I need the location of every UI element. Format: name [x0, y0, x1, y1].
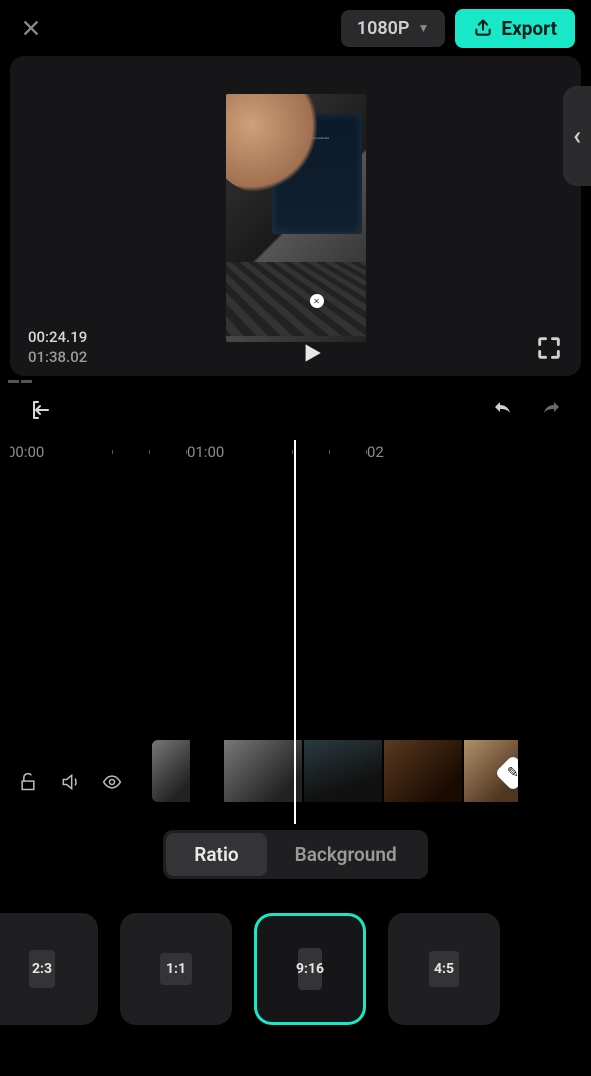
chevron-left-icon: ‹: [573, 121, 581, 151]
transition-icon: ✎: [507, 765, 518, 781]
close-button[interactable]: [16, 13, 46, 43]
tab-background[interactable]: Background: [267, 833, 425, 876]
visibility-button[interactable]: [102, 772, 122, 796]
time-display: 00:24.19 01:38.02: [28, 328, 87, 366]
eye-icon: [102, 772, 122, 792]
ratio-option-1:1[interactable]: 1:1: [120, 913, 232, 1025]
clip-thumbnail[interactable]: ✎: [464, 740, 518, 802]
play-icon: [298, 340, 324, 366]
timeline-panel: 00:00 01:00 02 ✎: [0, 394, 591, 824]
undo-icon: [491, 398, 515, 422]
ratio-option-4:5[interactable]: 4:5: [388, 913, 500, 1025]
ratio-label: 1:1: [166, 961, 186, 977]
exit-timeline-button[interactable]: [28, 398, 52, 426]
clip-thumbnail[interactable]: [152, 740, 190, 802]
clip-strip[interactable]: ✎: [152, 740, 518, 802]
video-preview[interactable]: [226, 94, 366, 342]
clip-thumbnail[interactable]: [304, 740, 382, 802]
exit-bracket-icon: [28, 398, 52, 422]
export-button[interactable]: Export: [455, 9, 575, 48]
ratio-label: 9:16: [296, 961, 324, 977]
undo-button[interactable]: [491, 398, 515, 426]
options-tabs: Ratio Background: [0, 830, 591, 879]
fullscreen-button[interactable]: [535, 334, 563, 366]
unlock-icon: [18, 772, 38, 792]
mute-button[interactable]: [60, 772, 80, 796]
speaker-icon: [60, 772, 80, 792]
clip-thumbnail[interactable]: [224, 740, 302, 802]
ratio-option-9:16[interactable]: 9:16: [254, 913, 366, 1025]
ratio-option-2:3[interactable]: 2:3: [0, 913, 98, 1025]
track-controls: [18, 772, 122, 796]
ruler-mark: 00:00: [10, 443, 59, 461]
ruler-mark: 02: [367, 443, 419, 461]
close-icon: [20, 17, 42, 39]
lock-button[interactable]: [18, 772, 38, 796]
current-time: 00:24.19: [28, 328, 87, 346]
total-time: 01:38.02: [28, 348, 87, 366]
redo-icon: [539, 398, 563, 422]
ratio-options[interactable]: 2:3 1:1 9:16 4:5: [0, 879, 591, 1025]
export-label: Export: [501, 17, 557, 40]
preview-panel: 00:24.19 01:38.02: [10, 56, 581, 376]
tab-ratio[interactable]: Ratio: [166, 833, 266, 876]
play-button[interactable]: [87, 340, 535, 366]
redo-button[interactable]: [539, 398, 563, 426]
ratio-label: 4:5: [434, 961, 454, 977]
resolution-label: 1080P: [357, 18, 410, 39]
resolution-selector[interactable]: 1080P ▼: [341, 10, 446, 47]
ruler-mark: 01:00: [187, 443, 239, 461]
upload-icon: [473, 18, 493, 38]
panel-drag-handle[interactable]: [8, 380, 32, 384]
playhead[interactable]: [294, 440, 296, 824]
ratio-label: 2:3: [32, 961, 52, 977]
clip-thumbnail[interactable]: [384, 740, 462, 802]
chevron-down-icon: ▼: [417, 21, 429, 35]
side-drawer-handle[interactable]: ‹: [563, 86, 591, 186]
fullscreen-icon: [535, 334, 563, 362]
